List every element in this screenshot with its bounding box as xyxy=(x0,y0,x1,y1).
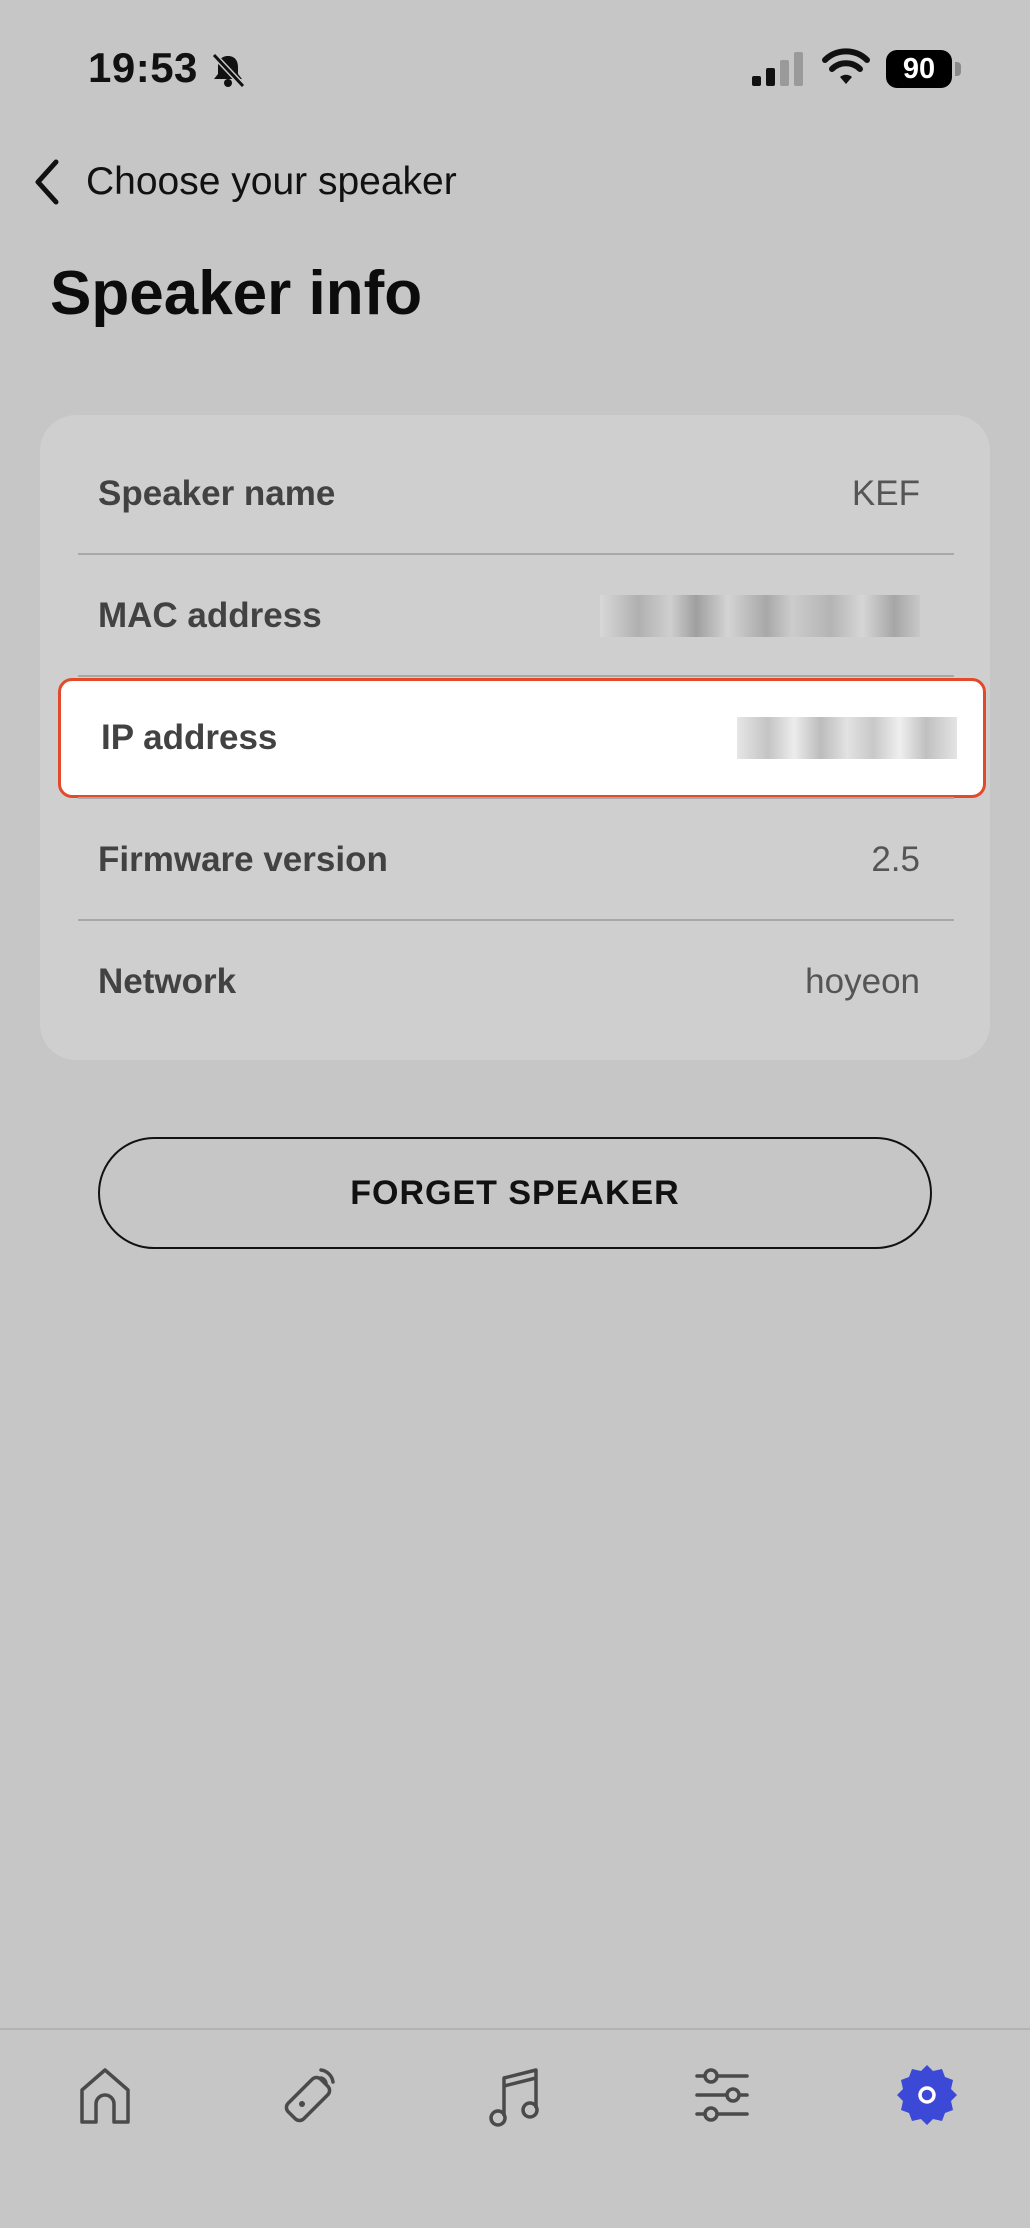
bell-slash-icon xyxy=(211,52,246,89)
divider xyxy=(78,553,954,555)
tab-bar xyxy=(0,2028,1030,2228)
status-bar: 19:53 90 xyxy=(0,0,1030,140)
info-row-value: KEF xyxy=(851,474,920,513)
info-row-value: 2.5 xyxy=(871,840,920,879)
page-title: Speaker info xyxy=(50,259,423,328)
back-button-label: Choose your speaker xyxy=(86,160,457,203)
divider xyxy=(78,675,954,677)
tab-sliders[interactable] xyxy=(687,2060,757,2130)
info-row-label: IP address xyxy=(101,718,278,757)
tab-music[interactable] xyxy=(480,2060,550,2130)
info-row-mac-address: MAC address xyxy=(58,556,954,676)
home-icon xyxy=(80,2068,130,2124)
cellular-signal-icon xyxy=(752,52,803,86)
tab-remote[interactable] xyxy=(275,2060,345,2130)
back-button[interactable]: Choose your speaker xyxy=(28,150,457,214)
status-time: 19:53 xyxy=(88,44,198,91)
battery-icon: 90 xyxy=(886,50,962,88)
info-row-label: Network xyxy=(98,962,237,1001)
redacted-ip-value xyxy=(737,717,957,759)
info-row-network: Network hoyeon xyxy=(58,922,954,1042)
forget-speaker-button[interactable]: FORGET SPEAKER xyxy=(98,1137,932,1249)
chevron-left-icon xyxy=(35,159,59,205)
sliders-icon xyxy=(695,2068,749,2122)
redacted-mac-value xyxy=(600,595,920,637)
divider xyxy=(78,797,954,799)
info-row-firmware-version: Firmware version 2.5 xyxy=(58,800,954,920)
music-icon xyxy=(489,2068,539,2127)
info-row-speaker-name: Speaker name KEF xyxy=(58,434,954,554)
info-row-label: Firmware version xyxy=(98,840,388,879)
info-row-label: Speaker name xyxy=(98,474,336,513)
tab-home[interactable] xyxy=(70,2060,140,2130)
settings-icon xyxy=(897,2065,957,2125)
info-row-value: hoyeon xyxy=(805,962,920,1001)
info-row-ip-address[interactable]: IP address xyxy=(58,678,986,798)
battery-level: 90 xyxy=(886,50,952,88)
divider xyxy=(78,919,954,921)
tab-settings[interactable] xyxy=(892,2060,962,2130)
wifi-icon xyxy=(822,48,870,84)
remote-icon xyxy=(284,2068,335,2123)
info-row-label: MAC address xyxy=(98,596,322,635)
